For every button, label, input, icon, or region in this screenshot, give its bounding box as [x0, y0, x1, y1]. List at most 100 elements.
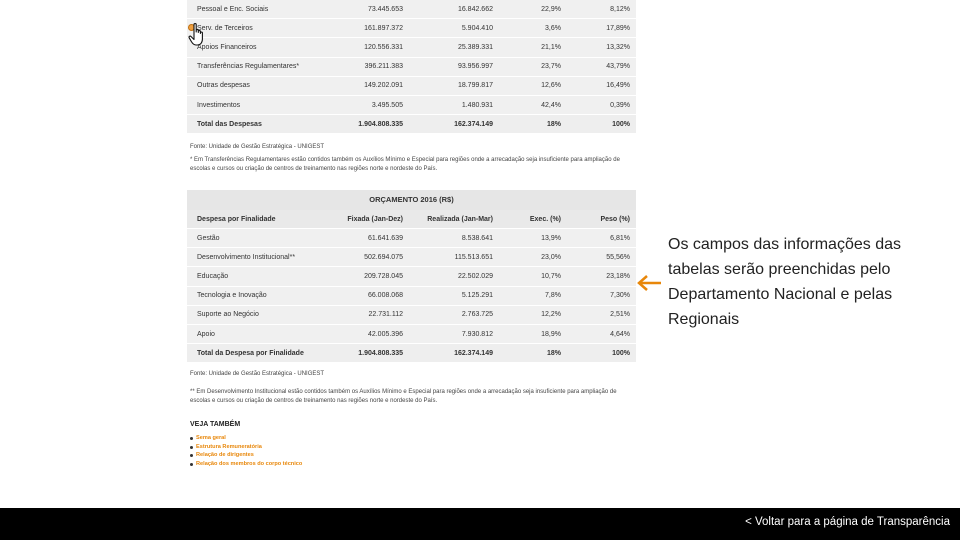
table-row: Pessoal e Enc. Sociais 73.445.653 16.842.6…: [187, 0, 636, 20]
see-also-section: VEJA TAMBÉM Sema geral Estrutura Remunera…: [190, 421, 302, 468]
fixada-value: 61.641.639: [324, 229, 409, 249]
column-header: Realizada (Jan-Mar): [409, 210, 499, 229]
row-label: Pessoal e Enc. Sociais: [187, 0, 324, 20]
fixada-value: 502.694.075: [324, 248, 409, 268]
peso-value: 100%: [567, 344, 636, 364]
see-also-link[interactable]: Relação dos membros do corpo técnico: [190, 460, 302, 469]
table-row: Transferências Regulamentares* 396.211.38…: [187, 57, 636, 77]
exec-value: 10,7%: [499, 267, 567, 287]
row-label: Investimentos: [187, 95, 324, 116]
realizada-value: 5.125.291: [409, 286, 499, 306]
table-row: Serv. de Terceiros 161.897.372 5.904.410 3,…: [187, 19, 636, 39]
realizada-value: 5.904.410: [409, 19, 499, 39]
column-header: Peso (%): [567, 210, 636, 229]
realizada-value: 2.763.725: [409, 305, 499, 325]
table-row: Gestão 61.641.639 8.538.641 13,9% 6,81%: [187, 229, 636, 249]
row-label: Total da Despesa por Finalidade: [187, 344, 324, 364]
annotation-text: Os campos das informações das tabelas se…: [668, 236, 901, 328]
expense-table-by-purpose: ORÇAMENTO 2016 (R$) Despesa por Finalida…: [187, 190, 636, 364]
table1-source: Fonte: Unidade de Gestão Estratégica - U…: [190, 144, 325, 150]
realizada-value: 1.480.931: [409, 95, 499, 116]
realizada-value: 25.389.331: [409, 38, 499, 58]
table-row: Educação 209.728.045 22.502.029 10,7% 23,18%: [187, 267, 636, 287]
column-header: Fixada (Jan-Dez): [324, 210, 409, 229]
row-label: Outras despesas: [187, 76, 324, 96]
exec-value: 18%: [499, 115, 567, 135]
expense-table-1: Pessoal e Enc. Sociais 73.445.653 16.842.6…: [187, 0, 636, 135]
realizada-value: 16.842.662: [409, 0, 499, 20]
exec-value: 23,7%: [499, 57, 567, 77]
realizada-value: 22.502.029: [409, 267, 499, 287]
exec-value: 13,9%: [499, 229, 567, 249]
realizada-value: 18.799.817: [409, 76, 499, 96]
table-body: Pessoal e Enc. Sociais 73.445.653 16.842.6…: [187, 0, 636, 135]
peso-value: 6,81%: [567, 229, 636, 249]
table-row: Apoios Financeiros 120.556.331 25.389.331 2…: [187, 38, 636, 58]
exec-value: 42,4%: [499, 95, 567, 116]
see-also-title: VEJA TAMBÉM: [190, 421, 241, 428]
table-row: Suporte ao Negócio 22.731.112 2.763.725 12,…: [187, 305, 636, 325]
left-arrow-icon: [637, 275, 661, 291]
peso-value: 2,51%: [567, 305, 636, 325]
column-header: Despesa por Finalidade: [187, 210, 324, 229]
peso-value: 7,30%: [567, 286, 636, 306]
peso-value: 17,89%: [567, 19, 636, 39]
peso-value: 23,18%: [567, 267, 636, 287]
row-label: Desenvolvimento Institucional**: [187, 248, 324, 268]
table2-title: ORÇAMENTO 2016 (R$): [187, 190, 636, 210]
fixada-value: 66.008.068: [324, 286, 409, 306]
row-label: Tecnologia e Inovação: [187, 286, 324, 306]
peso-value: 13,32%: [567, 38, 636, 58]
realizada-value: 93.956.997: [409, 57, 499, 77]
peso-value: 100%: [567, 115, 636, 135]
row-label: Gestão: [187, 229, 324, 249]
table-row: Tecnologia e Inovação 66.008.068 5.125.291…: [187, 286, 636, 306]
peso-value: 16,49%: [567, 76, 636, 96]
row-label: Serv. de Terceiros: [187, 19, 324, 39]
table-row: Apoio 42.005.396 7.930.812 18,9% 4,64%: [187, 324, 636, 345]
row-label: Transferências Regulamentares*: [187, 57, 324, 77]
fixada-value: 209.728.045: [324, 267, 409, 287]
back-to-transparency-link[interactable]: < Voltar para a página de Transparência: [745, 516, 950, 528]
exec-value: 12,6%: [499, 76, 567, 96]
realizada-value: 8.538.641: [409, 229, 499, 249]
fixada-value: 1.904.808.335: [324, 344, 409, 364]
peso-value: 4,64%: [567, 324, 636, 345]
peso-value: 55,56%: [567, 248, 636, 268]
table-row: Investimentos 3.495.505 1.480.931 42,4% 0,39…: [187, 95, 636, 116]
row-label: Apoios Financeiros: [187, 38, 324, 58]
fixada-value: 1.904.808.335: [324, 115, 409, 135]
exec-value: 23,0%: [499, 248, 567, 268]
see-also-link[interactable]: Relação de dirigentes: [190, 451, 302, 460]
realizada-value: 162.374.149: [409, 115, 499, 135]
peso-value: 0,39%: [567, 95, 636, 116]
row-label: Suporte ao Negócio: [187, 305, 324, 325]
exec-value: 12,2%: [499, 305, 567, 325]
table2-footnote: ** Em Desenvolvimento Institucional estã…: [190, 389, 617, 404]
row-label: Educação: [187, 267, 324, 287]
fixada-value: 3.495.505: [324, 95, 409, 116]
footer-bar: < Voltar para a página de Transparência: [0, 508, 960, 540]
peso-value: 43,79%: [567, 57, 636, 77]
fixada-value: 73.445.653: [324, 0, 409, 20]
exec-value: 3,6%: [499, 19, 567, 39]
table-row: Outras despesas 149.202.091 18.799.817 12,6…: [187, 76, 636, 96]
table-row: Desenvolvimento Institucional** 502.694.0…: [187, 248, 636, 268]
slide: Pessoal e Enc. Sociais 73.445.653 16.842.6…: [0, 0, 960, 540]
table-total-row: Total das Despesas 1.904.808.335 162.374.1…: [187, 115, 636, 135]
exec-value: 21,1%: [499, 38, 567, 58]
table-header-row: Despesa por Finalidade Fixada (Jan-Dez) Re…: [187, 210, 636, 229]
realizada-value: 162.374.149: [409, 344, 499, 364]
table2-source: Fonte: Unidade de Gestão Estratégica - U…: [190, 371, 325, 377]
see-also-link[interactable]: Estrutura Remuneratória: [190, 443, 302, 452]
peso-value: 8,12%: [567, 0, 636, 20]
expense-table-by-type: Pessoal e Enc. Sociais 73.445.653 16.842.6…: [187, 0, 636, 135]
exec-value: 18,9%: [499, 324, 567, 345]
exec-value: 18%: [499, 344, 567, 364]
fixada-value: 120.556.331: [324, 38, 409, 58]
see-also-link[interactable]: Sema geral: [190, 434, 302, 443]
row-label: Apoio: [187, 324, 324, 345]
table-total-row: Total da Despesa por Finalidade 1.904.808…: [187, 344, 636, 364]
see-also-list: Sema geral Estrutura Remuneratória Relação…: [190, 434, 302, 468]
fixada-value: 42.005.396: [324, 324, 409, 345]
